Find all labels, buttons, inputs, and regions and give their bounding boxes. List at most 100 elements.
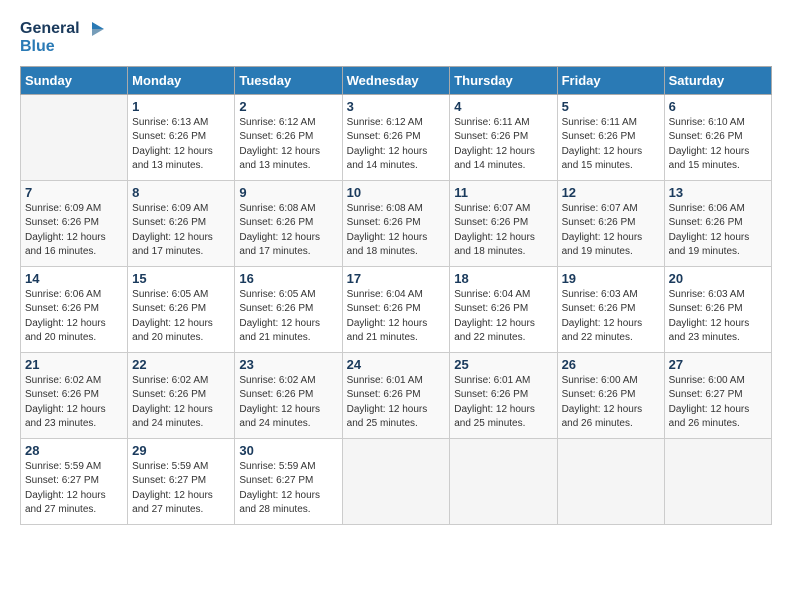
day-number: 30 <box>239 443 337 458</box>
calendar-week-row: 14 Sunrise: 6:06 AM Sunset: 6:26 PM Dayli… <box>21 266 772 352</box>
weekday-header: Thursday <box>450 66 557 94</box>
calendar-cell: 30 Sunrise: 5:59 AM Sunset: 6:27 PM Dayli… <box>235 438 342 524</box>
calendar-cell: 3 Sunrise: 6:12 AM Sunset: 6:26 PM Daylig… <box>342 94 450 180</box>
day-number: 24 <box>347 357 446 372</box>
calendar-cell <box>450 438 557 524</box>
day-info: Sunrise: 6:05 AM Sunset: 6:26 PM Dayligh… <box>239 288 337 346</box>
day-info: Sunrise: 6:11 AM Sunset: 6:26 PM Dayligh… <box>454 116 552 174</box>
day-number: 27 <box>669 357 767 372</box>
day-number: 3 <box>347 99 446 114</box>
day-info: Sunrise: 6:07 AM Sunset: 6:26 PM Dayligh… <box>454 202 552 260</box>
day-info: Sunrise: 6:02 AM Sunset: 6:26 PM Dayligh… <box>132 374 230 432</box>
day-info: Sunrise: 6:01 AM Sunset: 6:26 PM Dayligh… <box>454 374 552 432</box>
calendar-week-row: 1 Sunrise: 6:13 AM Sunset: 6:26 PM Daylig… <box>21 94 772 180</box>
day-number: 14 <box>25 271 123 286</box>
day-number: 8 <box>132 185 230 200</box>
day-info: Sunrise: 6:02 AM Sunset: 6:26 PM Dayligh… <box>25 374 123 432</box>
calendar-cell: 9 Sunrise: 6:08 AM Sunset: 6:26 PM Daylig… <box>235 180 342 266</box>
calendar-cell <box>342 438 450 524</box>
day-number: 23 <box>239 357 337 372</box>
day-number: 9 <box>239 185 337 200</box>
calendar-cell: 4 Sunrise: 6:11 AM Sunset: 6:26 PM Daylig… <box>450 94 557 180</box>
day-info: Sunrise: 6:12 AM Sunset: 6:26 PM Dayligh… <box>239 116 337 174</box>
day-number: 15 <box>132 271 230 286</box>
day-info: Sunrise: 5:59 AM Sunset: 6:27 PM Dayligh… <box>25 460 123 518</box>
day-number: 12 <box>562 185 660 200</box>
calendar-cell: 26 Sunrise: 6:00 AM Sunset: 6:26 PM Dayli… <box>557 352 664 438</box>
weekday-header: Wednesday <box>342 66 450 94</box>
day-info: Sunrise: 6:04 AM Sunset: 6:26 PM Dayligh… <box>454 288 552 346</box>
weekday-header: Monday <box>128 66 235 94</box>
calendar-cell: 7 Sunrise: 6:09 AM Sunset: 6:26 PM Daylig… <box>21 180 128 266</box>
day-number: 16 <box>239 271 337 286</box>
day-number: 26 <box>562 357 660 372</box>
day-number: 10 <box>347 185 446 200</box>
day-info: Sunrise: 6:08 AM Sunset: 6:26 PM Dayligh… <box>347 202 446 260</box>
logo-bird-icon <box>82 20 104 38</box>
day-info: Sunrise: 6:13 AM Sunset: 6:26 PM Dayligh… <box>132 116 230 174</box>
calendar-cell: 8 Sunrise: 6:09 AM Sunset: 6:26 PM Daylig… <box>128 180 235 266</box>
day-number: 25 <box>454 357 552 372</box>
day-info: Sunrise: 6:03 AM Sunset: 6:26 PM Dayligh… <box>562 288 660 346</box>
day-number: 29 <box>132 443 230 458</box>
calendar-cell: 27 Sunrise: 6:00 AM Sunset: 6:27 PM Dayli… <box>664 352 771 438</box>
day-info: Sunrise: 6:00 AM Sunset: 6:27 PM Dayligh… <box>669 374 767 432</box>
logo: General Blue <box>20 20 104 56</box>
calendar-cell: 5 Sunrise: 6:11 AM Sunset: 6:26 PM Daylig… <box>557 94 664 180</box>
day-info: Sunrise: 6:06 AM Sunset: 6:26 PM Dayligh… <box>25 288 123 346</box>
day-number: 19 <box>562 271 660 286</box>
day-info: Sunrise: 6:12 AM Sunset: 6:26 PM Dayligh… <box>347 116 446 174</box>
weekday-header: Tuesday <box>235 66 342 94</box>
day-number: 1 <box>132 99 230 114</box>
calendar-week-row: 7 Sunrise: 6:09 AM Sunset: 6:26 PM Daylig… <box>21 180 772 266</box>
calendar-cell: 1 Sunrise: 6:13 AM Sunset: 6:26 PM Daylig… <box>128 94 235 180</box>
calendar-cell: 2 Sunrise: 6:12 AM Sunset: 6:26 PM Daylig… <box>235 94 342 180</box>
calendar-cell: 21 Sunrise: 6:02 AM Sunset: 6:26 PM Dayli… <box>21 352 128 438</box>
weekday-header: Saturday <box>664 66 771 94</box>
day-info: Sunrise: 6:09 AM Sunset: 6:26 PM Dayligh… <box>132 202 230 260</box>
calendar-cell: 18 Sunrise: 6:04 AM Sunset: 6:26 PM Dayli… <box>450 266 557 352</box>
day-info: Sunrise: 6:11 AM Sunset: 6:26 PM Dayligh… <box>562 116 660 174</box>
day-info: Sunrise: 6:10 AM Sunset: 6:26 PM Dayligh… <box>669 116 767 174</box>
day-number: 22 <box>132 357 230 372</box>
day-number: 7 <box>25 185 123 200</box>
day-info: Sunrise: 6:04 AM Sunset: 6:26 PM Dayligh… <box>347 288 446 346</box>
calendar-cell: 11 Sunrise: 6:07 AM Sunset: 6:26 PM Dayli… <box>450 180 557 266</box>
day-info: Sunrise: 5:59 AM Sunset: 6:27 PM Dayligh… <box>239 460 337 518</box>
day-info: Sunrise: 6:08 AM Sunset: 6:26 PM Dayligh… <box>239 202 337 260</box>
day-info: Sunrise: 6:00 AM Sunset: 6:26 PM Dayligh… <box>562 374 660 432</box>
day-info: Sunrise: 6:05 AM Sunset: 6:26 PM Dayligh… <box>132 288 230 346</box>
calendar-cell <box>557 438 664 524</box>
day-info: Sunrise: 6:02 AM Sunset: 6:26 PM Dayligh… <box>239 374 337 432</box>
calendar-cell: 6Sunrise: 6:10 AM Sunset: 6:26 PM Daylig… <box>664 94 771 180</box>
day-info: Sunrise: 6:01 AM Sunset: 6:26 PM Dayligh… <box>347 374 446 432</box>
day-info: Sunrise: 6:06 AM Sunset: 6:26 PM Dayligh… <box>669 202 767 260</box>
day-number: 21 <box>25 357 123 372</box>
day-info: Sunrise: 6:03 AM Sunset: 6:26 PM Dayligh… <box>669 288 767 346</box>
day-info: Sunrise: 6:09 AM Sunset: 6:26 PM Dayligh… <box>25 202 123 260</box>
day-number: 18 <box>454 271 552 286</box>
weekday-header: Friday <box>557 66 664 94</box>
day-number: 28 <box>25 443 123 458</box>
calendar-cell: 10 Sunrise: 6:08 AM Sunset: 6:26 PM Dayli… <box>342 180 450 266</box>
calendar-cell: 15 Sunrise: 6:05 AM Sunset: 6:26 PM Dayli… <box>128 266 235 352</box>
day-number: 11 <box>454 185 552 200</box>
day-number: 4 <box>454 99 552 114</box>
day-number: 13 <box>669 185 767 200</box>
calendar-cell: 22 Sunrise: 6:02 AM Sunset: 6:26 PM Dayli… <box>128 352 235 438</box>
calendar-cell <box>664 438 771 524</box>
day-number: 5 <box>562 99 660 114</box>
logo-general-text: General <box>20 20 80 38</box>
calendar-cell: 12Sunrise: 6:07 AM Sunset: 6:26 PM Dayli… <box>557 180 664 266</box>
calendar-cell: 24 Sunrise: 6:01 AM Sunset: 6:26 PM Dayli… <box>342 352 450 438</box>
page-header: General Blue <box>20 20 772 56</box>
calendar-cell: 17Sunrise: 6:04 AM Sunset: 6:26 PM Dayli… <box>342 266 450 352</box>
calendar-week-row: 28 Sunrise: 5:59 AM Sunset: 6:27 PM Dayli… <box>21 438 772 524</box>
day-number: 20 <box>669 271 767 286</box>
calendar-cell: 29Sunrise: 5:59 AM Sunset: 6:27 PM Dayli… <box>128 438 235 524</box>
day-number: 2 <box>239 99 337 114</box>
calendar-cell: 16 Sunrise: 6:05 AM Sunset: 6:26 PM Dayli… <box>235 266 342 352</box>
weekday-header-row: SundayMondayTuesdayWednesdayThursdayFrid… <box>21 66 772 94</box>
calendar-cell: 13 Sunrise: 6:06 AM Sunset: 6:26 PM Dayli… <box>664 180 771 266</box>
calendar-week-row: 21 Sunrise: 6:02 AM Sunset: 6:26 PM Dayli… <box>21 352 772 438</box>
